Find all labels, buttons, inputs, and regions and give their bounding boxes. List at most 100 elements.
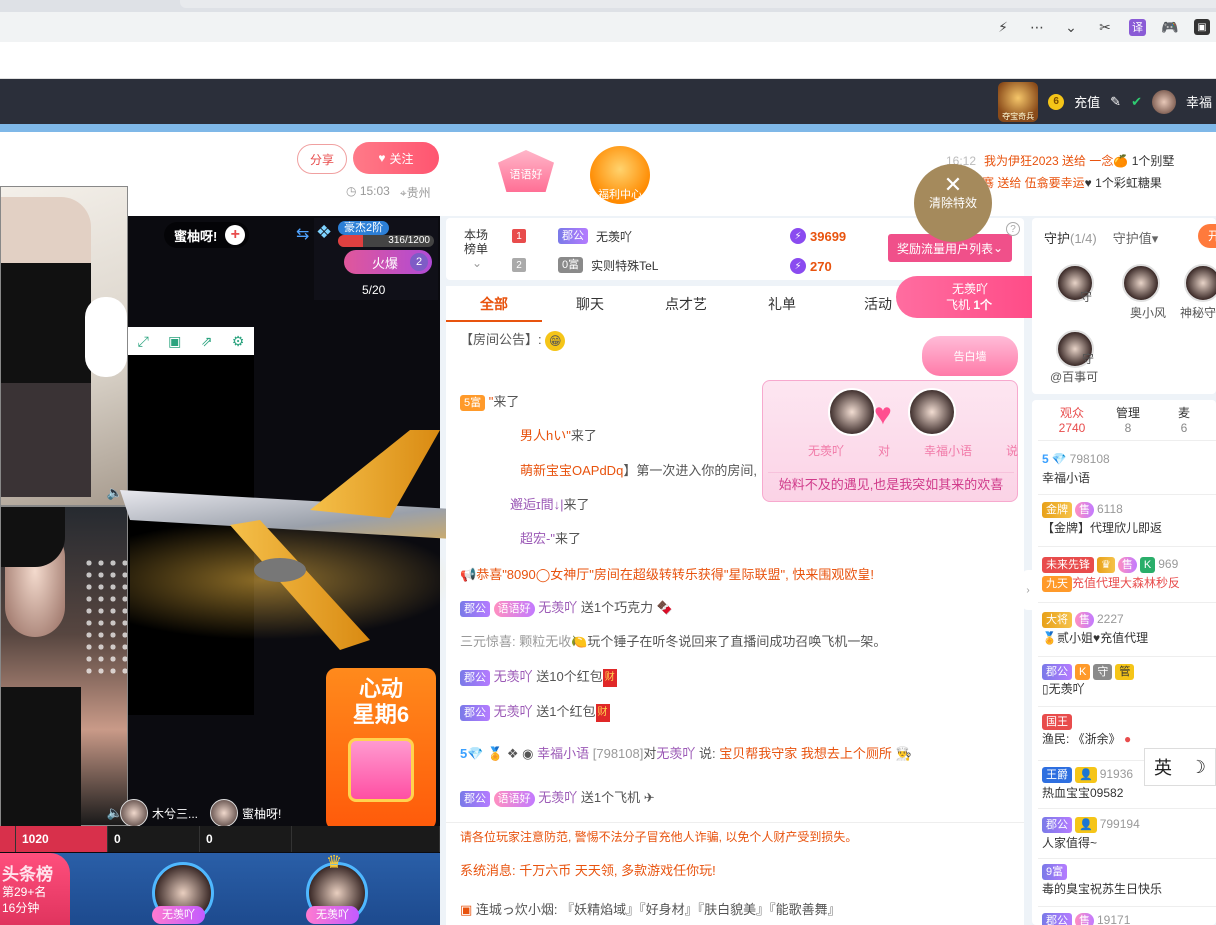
ranking-row[interactable]: 2 0富 实则特殊TeL: [512, 254, 658, 276]
progress-text: 5/20: [362, 283, 386, 297]
guard-value-tab[interactable]: 守护值▾: [1113, 228, 1159, 247]
mic-seat[interactable]: 木兮三...: [120, 798, 198, 828]
guard-tab[interactable]: 守护(1/4): [1044, 228, 1097, 247]
translate-icon[interactable]: 译: [1129, 18, 1146, 36]
settings-icon[interactable]: ⚙: [232, 333, 245, 350]
edit-icon[interactable]: ✎: [1110, 94, 1121, 110]
treasure-hunt-icon[interactable]: 夺宝奇兵: [998, 81, 1039, 122]
rank-score: ⚡ 270: [790, 258, 832, 274]
list-item[interactable]: 郡公售 19171: [1042, 911, 1216, 925]
rank-title: 豪杰2阶: [338, 221, 390, 235]
list-item[interactable]: 5 💎 798108 幸福小语: [1042, 450, 1216, 488]
guest-video-1[interactable]: 🔈: [0, 186, 128, 506]
username[interactable]: 幸福: [1186, 92, 1212, 111]
tab-talent[interactable]: 点才艺: [638, 286, 734, 322]
live-link[interactable]: ▣ 连城っ炊小烟: 『妖精焰域』『好身材』『肤白貌美』『能歌善舞』: [460, 900, 841, 920]
list-item[interactable]: 金牌售 6118 【金牌】代理欣儿即返: [1042, 500, 1216, 538]
chevron-down-icon[interactable]: ⌄: [1061, 17, 1081, 37]
chat-message: 邂逅ɪ間↓|来了: [510, 497, 590, 512]
ranking-row[interactable]: 1 郡公 无羡吖: [512, 225, 632, 247]
clock-icon: ◷: [346, 184, 357, 198]
more-icon[interactable]: ⋯: [1027, 17, 1047, 37]
user-avatar[interactable]: [1151, 89, 1176, 114]
fullscreen-icon[interactable]: ⤢: [138, 333, 149, 350]
crown-icon: ♛: [1097, 556, 1115, 573]
seat-score: 0: [200, 826, 292, 852]
chat-message: 萌新宝宝OAPdDq】第一次进入你的房间,: [520, 463, 757, 478]
divider: [1038, 602, 1216, 603]
list-item[interactable]: 郡公 K 守管 ▯无羡吖: [1042, 664, 1216, 699]
help-icon[interactable]: ?: [1006, 222, 1020, 236]
open-guard-button[interactable]: 开: [1198, 224, 1216, 248]
ime-indicator[interactable]: 英 ☽: [1144, 748, 1216, 786]
talk-message: 5💎 🏅 ❖ ◉ 幸福小语 [798108]对无羡吖 说: 宝贝帮我守家 我想去…: [460, 746, 912, 761]
diamond-icon: 💎: [467, 746, 484, 761]
collapse-arrow-icon[interactable]: ›: [1022, 570, 1034, 610]
medal-icon: 🏅: [1042, 631, 1057, 645]
address-bar[interactable]: [0, 14, 1070, 40]
list-item[interactable]: 9富 毒的臭宝祝苏生日快乐: [1042, 864, 1216, 899]
rank-name: 实则特殊TeL: [591, 258, 659, 273]
avatar: [908, 388, 956, 436]
divider: [1038, 546, 1216, 547]
welfare-center-button[interactable]: 福利中心: [590, 146, 650, 204]
scissors-icon[interactable]: ✂: [1095, 17, 1115, 37]
center-camera[interactable]: [128, 355, 254, 715]
guard-name: 神秘守: [1180, 306, 1216, 320]
guard-avatar[interactable]: [1184, 264, 1216, 302]
divider: [1038, 808, 1216, 809]
confession-names: 无羡吖对幸福小语说: [808, 444, 1018, 458]
guard-icon: 守: [1093, 664, 1113, 680]
mic-seat-name: 蜜柚呀!: [242, 806, 282, 821]
seller-icon: 售: [1075, 912, 1094, 925]
divider: [1038, 906, 1216, 907]
tab-admin[interactable]: 管理 8: [1100, 406, 1156, 436]
volume-icon[interactable]: 🔈: [107, 485, 123, 501]
hot-badge[interactable]: 火爆 2: [344, 250, 432, 274]
recharge-link[interactable]: 充值: [1074, 92, 1100, 111]
bookmark-bar: [0, 42, 1216, 79]
confession-text: 始料不及的遇见,也是我突如其来的欢喜: [768, 472, 1014, 496]
mic-seat[interactable]: 蜜柚呀!: [210, 798, 281, 828]
swap-icon[interactable]: ⇆: [296, 224, 309, 244]
list-item[interactable]: 大将售 2227 🏅贰小姐♥充值代理: [1042, 610, 1216, 648]
ranking-label[interactable]: 本场 榜单 ⌄: [464, 228, 488, 270]
site-header: 夺宝奇兵 6 充值 ✎ ✔ 幸福: [0, 79, 1216, 124]
add-icon[interactable]: +: [225, 225, 246, 245]
check-circle-icon[interactable]: ✔: [1131, 94, 1142, 110]
list-item[interactable]: 未来先锋 ♛ 售 K 969 九天 充值代理大森林秒反: [1042, 555, 1216, 593]
tab-gifts[interactable]: 礼单: [734, 286, 830, 322]
list-item[interactable]: 国王 渔民: 《浙余》 ●: [1042, 714, 1216, 749]
confession-wall-button[interactable]: 告白墙: [922, 336, 1018, 376]
lightning-icon[interactable]: ⚡: [993, 17, 1013, 37]
reader-icon[interactable]: ▣: [1194, 19, 1210, 35]
follow-button[interactable]: ♥ 关注: [353, 142, 439, 174]
room-meta: ◷ 15:03 ⌖贵州: [346, 184, 431, 201]
guard-name: 守: [1080, 290, 1093, 304]
red-envelope-icon: 财: [595, 703, 610, 722]
guard-avatar[interactable]: [1122, 264, 1160, 302]
game-icon[interactable]: 🎮: [1160, 17, 1180, 37]
chat-message: 超宏-"来了: [520, 531, 581, 546]
seat-score-row: 1020 0 0: [0, 826, 440, 852]
warning-text: 请各位玩家注意防范, 警惕不法分子冒充他人诈骗, 以免个人财产受到损失。: [460, 830, 858, 844]
location-icon: ⌖: [399, 186, 407, 200]
promo-card[interactable]: 心动 星期6: [326, 668, 436, 830]
header-stripe: [0, 124, 1216, 132]
diamond-icon: 💎: [1051, 452, 1067, 466]
save-icon[interactable]: ▣: [168, 333, 181, 350]
host-chip[interactable]: 蜜柚呀! +: [164, 222, 250, 248]
tab-mic[interactable]: 麦6: [1156, 406, 1212, 436]
tab-audience[interactable]: 观众 2740: [1044, 406, 1100, 436]
guest-video-2[interactable]: 🔈: [0, 506, 128, 827]
headline-rank-badge[interactable]: 头条榜 第29+名 16分钟: [0, 853, 70, 925]
tab-all[interactable]: 全部: [446, 286, 542, 322]
hair-image: [1, 507, 65, 567]
share-icon[interactable]: ⇗: [201, 333, 213, 350]
cube-icon: ❖: [506, 746, 519, 761]
chevron-down-icon: ⌄: [992, 241, 1004, 255]
tab-chat[interactable]: 聊天: [542, 286, 638, 322]
list-item[interactable]: 郡公 👤 799194 人家值得~: [1042, 815, 1216, 853]
share-button[interactable]: 分享: [297, 144, 347, 174]
clear-effects-button[interactable]: ✕ 清除特效: [914, 164, 992, 242]
